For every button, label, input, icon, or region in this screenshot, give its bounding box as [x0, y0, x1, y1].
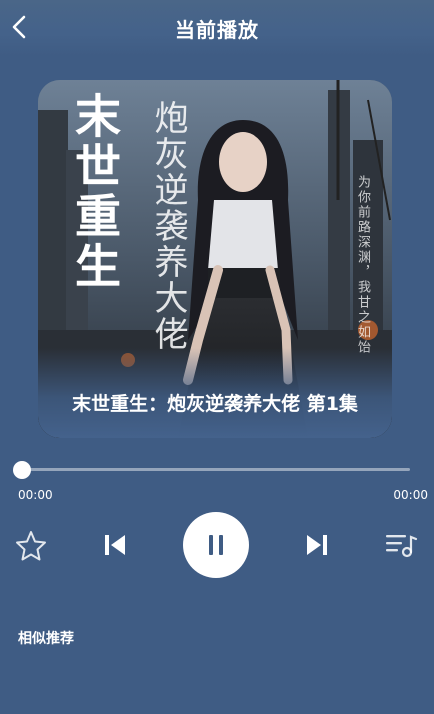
playlist-button[interactable]	[384, 530, 418, 560]
previous-button[interactable]	[100, 530, 130, 560]
current-time: 00:00	[18, 488, 53, 502]
play-pause-button[interactable]	[183, 512, 249, 578]
top-bar: 当前播放	[0, 0, 434, 56]
page-title: 当前播放	[175, 18, 259, 42]
total-time: 00:00	[393, 488, 428, 502]
cover-subtitle: 炮灰逆袭养大佬	[148, 100, 188, 352]
similar-recommendations-heading: 相似推荐	[18, 631, 74, 647]
progress-bar[interactable]	[22, 468, 410, 471]
track-title: 末世重生：炮灰逆袭养大佬 第1集	[72, 393, 358, 415]
pause-icon	[209, 535, 223, 555]
cover-big-title: 末世重生	[68, 92, 122, 292]
star-icon	[16, 531, 46, 561]
progress-thumb[interactable]	[13, 461, 31, 479]
favorite-button[interactable]	[14, 529, 48, 563]
playlist-music-icon	[386, 535, 418, 558]
skip-next-icon	[307, 535, 327, 555]
cover-side-text: 为你前路深渊，我甘之如饴	[355, 175, 370, 355]
skip-previous-icon	[105, 535, 125, 555]
next-button[interactable]	[302, 530, 332, 560]
album-cover: 末世重生 炮灰逆袭养大佬 为你前路深渊，我甘之如饴 末世重生：炮灰逆袭养大佬 第…	[38, 80, 392, 438]
